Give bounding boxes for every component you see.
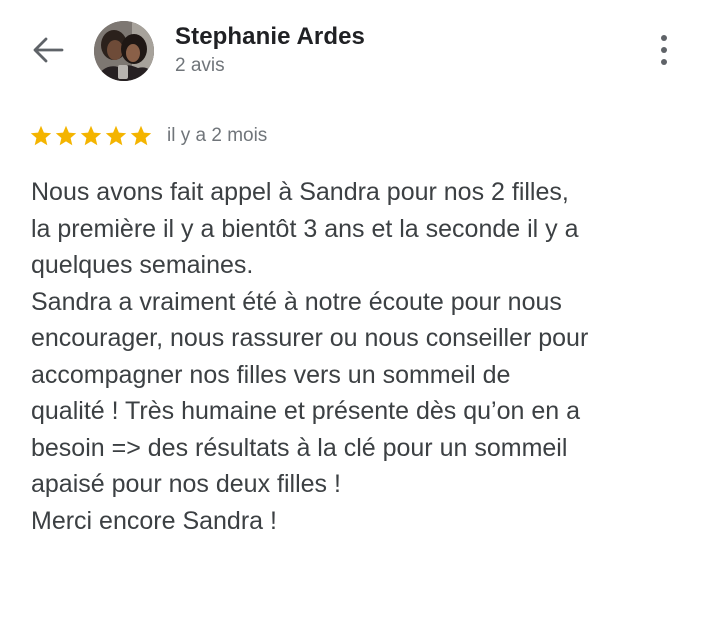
review-header: Stephanie Ardes 2 avis bbox=[0, 0, 715, 100]
star-icon bbox=[80, 125, 102, 146]
author-review-count: 2 avis bbox=[175, 55, 225, 76]
more-vert-icon bbox=[661, 35, 667, 41]
star-icon bbox=[30, 125, 52, 146]
more-options-button[interactable] bbox=[646, 28, 682, 72]
review-text-line: Merci encore Sandra ! bbox=[31, 506, 277, 535]
review-text-line: Sandra a vraiment été à notre écoute pou… bbox=[31, 287, 562, 316]
star-rating bbox=[29, 124, 153, 148]
rating-row: il y a 2 mois bbox=[29, 123, 267, 149]
review-date: il y a 2 mois bbox=[167, 125, 268, 146]
more-vert-icon-dot bbox=[661, 47, 667, 53]
star-icon bbox=[55, 125, 77, 146]
review-text-line: Nous avons fait appel à Sandra pour nos … bbox=[31, 178, 569, 206]
avatar-photo bbox=[94, 21, 154, 81]
arrow-back-icon bbox=[33, 37, 64, 63]
back-button[interactable] bbox=[26, 30, 70, 70]
more-vert-icon-dot bbox=[661, 59, 667, 65]
review-text-line: la première il y a bientôt 3 ans et la s… bbox=[31, 214, 579, 243]
review-text-line: besoin => des résultats à la clé pour un… bbox=[31, 433, 568, 462]
review-text: Nous avons fait appel à Sandra pour nos … bbox=[31, 174, 701, 539]
author-name[interactable]: Stephanie Ardes bbox=[175, 23, 365, 51]
star-icon bbox=[105, 125, 127, 146]
review-text-line: encourager, nous rassurer ou nous consei… bbox=[31, 324, 589, 352]
avatar[interactable] bbox=[94, 21, 154, 81]
review-text-line: qualité ! Très humaine et présente dès q… bbox=[31, 397, 580, 425]
star-icon bbox=[130, 125, 152, 146]
review-text-line: accompagner nos filles vers un sommeil d… bbox=[31, 360, 511, 389]
review-text-line: quelques semaines. bbox=[31, 251, 254, 279]
review-text-line: apaisé pour nos deux filles ! bbox=[31, 470, 341, 498]
